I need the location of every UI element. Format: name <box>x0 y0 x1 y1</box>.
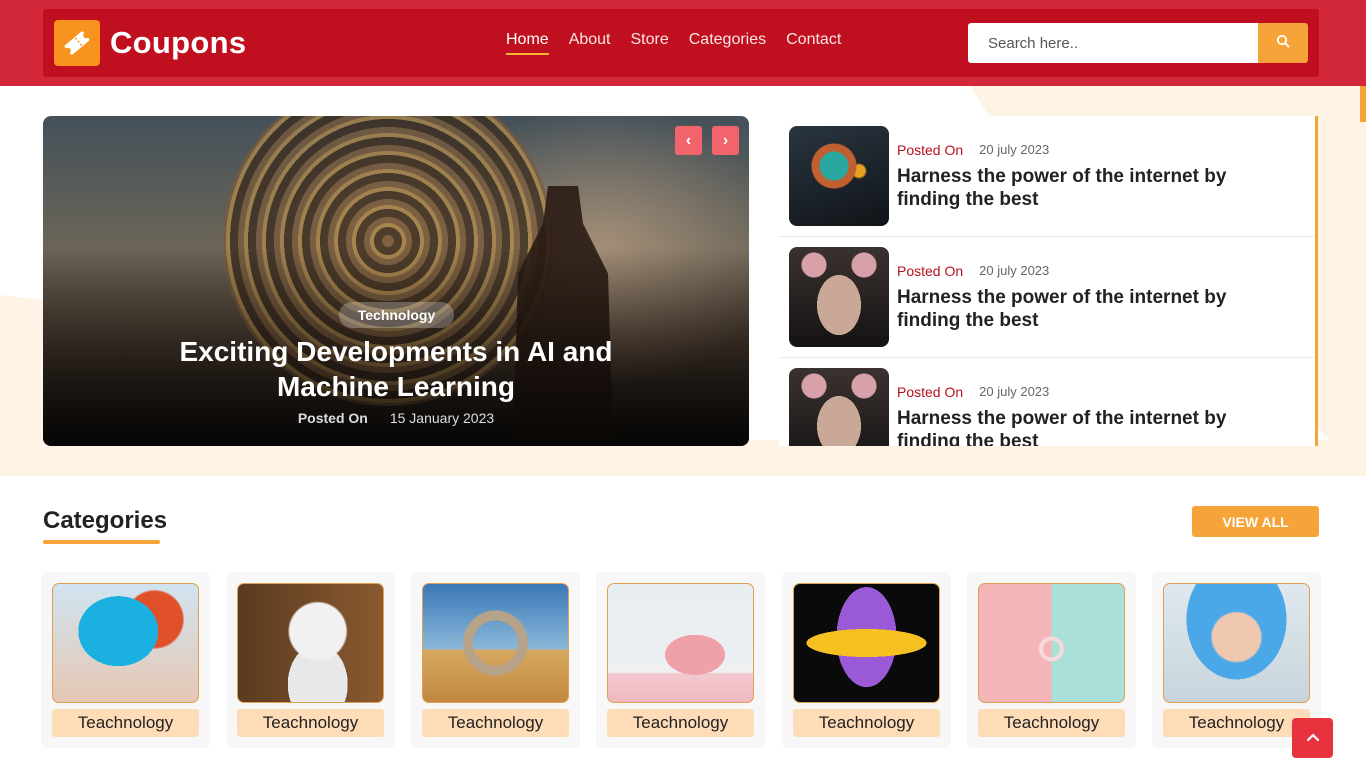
post-title[interactable]: Harness the power of the internet by fin… <box>897 286 1277 332</box>
post-meta: Posted On 20 july 2023 <box>897 263 1049 279</box>
category-label[interactable]: Teachnology <box>793 709 940 737</box>
category-label[interactable]: Teachnology <box>1163 709 1310 737</box>
hero-meta: Posted On 15 January 2023 <box>43 410 749 426</box>
category-card[interactable]: Teachnology <box>41 572 210 748</box>
post-posted-label: Posted On <box>897 263 964 279</box>
search-bar <box>968 23 1308 63</box>
chevron-right-icon: › <box>722 131 729 149</box>
nav-item-about[interactable]: About <box>569 31 611 55</box>
category-label[interactable]: Teachnology <box>607 709 754 737</box>
nav-item-home[interactable]: Home <box>506 31 549 55</box>
category-label[interactable]: Teachnology <box>237 709 384 737</box>
header-inner: Coupons Home About Store Categories Cont… <box>43 9 1319 77</box>
post-item[interactable]: Posted On 20 july 2023 Harness the power… <box>779 116 1315 237</box>
post-item[interactable]: Posted On 20 july 2023 Harness the power… <box>779 237 1315 358</box>
category-card[interactable]: Teachnology <box>967 572 1136 748</box>
post-date: 20 july 2023 <box>979 263 1050 278</box>
slider-controls: ‹ › <box>675 126 739 155</box>
post-meta: Posted On 20 july 2023 <box>897 384 1049 400</box>
ticket-icon <box>54 20 100 66</box>
post-date: 20 july 2023 <box>979 384 1050 399</box>
category-label[interactable]: Teachnology <box>52 709 199 737</box>
post-title[interactable]: Harness the power of the internet by fin… <box>897 165 1277 211</box>
category-label[interactable]: Teachnology <box>422 709 569 737</box>
search-input[interactable] <box>968 23 1258 63</box>
chevron-up-icon <box>1306 729 1320 747</box>
categories-heading: Categories <box>43 507 168 534</box>
post-meta: Posted On 20 july 2023 <box>897 142 1049 158</box>
back-to-top-button[interactable] <box>1292 718 1333 758</box>
category-image[interactable] <box>237 583 384 703</box>
recent-posts-list: Posted On 20 july 2023 Harness the power… <box>779 116 1318 446</box>
search-icon <box>1276 34 1290 53</box>
category-card[interactable]: Teachnology <box>411 572 580 748</box>
category-label[interactable]: Teachnology <box>978 709 1125 737</box>
category-card[interactable]: Teachnology <box>226 572 395 748</box>
category-card[interactable]: Teachnology <box>596 572 765 748</box>
category-image[interactable] <box>607 583 754 703</box>
post-thumbnail[interactable] <box>789 126 889 226</box>
category-image[interactable] <box>52 583 199 703</box>
category-image[interactable] <box>422 583 569 703</box>
post-posted-label: Posted On <box>897 142 964 158</box>
post-title[interactable]: Harness the power of the internet by fin… <box>897 407 1277 446</box>
main-nav: Home About Store Categories Contact <box>506 31 841 55</box>
hero-date: 15 January 2023 <box>389 410 495 426</box>
hero-posted-label: Posted On <box>297 410 368 426</box>
chevron-left-icon: ‹ <box>685 131 692 149</box>
nav-item-contact[interactable]: Contact <box>786 31 841 55</box>
search-button[interactable] <box>1258 23 1308 63</box>
category-image[interactable] <box>793 583 940 703</box>
slider-next-button[interactable]: › <box>712 126 739 155</box>
hero-category-badge[interactable]: Technology <box>339 302 454 328</box>
slider-prev-button[interactable]: ‹ <box>675 126 702 155</box>
category-image[interactable] <box>1163 583 1310 703</box>
category-card[interactable]: Teachnology <box>782 572 951 748</box>
nav-item-store[interactable]: Store <box>631 31 669 55</box>
post-thumbnail[interactable] <box>789 247 889 347</box>
post-thumbnail[interactable] <box>789 368 889 446</box>
post-item[interactable]: Posted On 20 july 2023 Harness the power… <box>779 358 1315 446</box>
brand-name: Coupons <box>110 25 247 60</box>
hero-slider[interactable]: ‹ › Technology Exciting Developments in … <box>43 116 749 446</box>
hero-title[interactable]: Exciting Developments in AI and Machine … <box>143 334 649 404</box>
post-posted-label: Posted On <box>897 384 964 400</box>
category-image[interactable] <box>978 583 1125 703</box>
logo[interactable]: Coupons <box>54 20 246 66</box>
post-date: 20 july 2023 <box>979 142 1050 157</box>
view-all-button[interactable]: VIEW ALL <box>1192 506 1319 537</box>
header: Coupons Home About Store Categories Cont… <box>0 0 1366 86</box>
heading-underline <box>43 540 160 544</box>
nav-item-categories[interactable]: Categories <box>689 31 766 55</box>
scrollbar-thumb[interactable] <box>1360 86 1366 122</box>
